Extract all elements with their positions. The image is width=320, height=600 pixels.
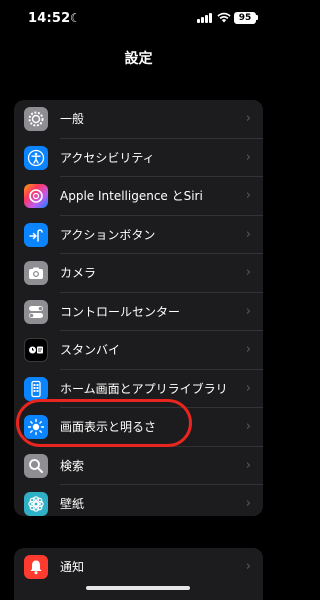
battery-indicator: 95 (234, 12, 256, 24)
settings-row-notifications[interactable]: 通知 › (14, 548, 263, 587)
standby-icon (24, 338, 48, 362)
row-label: カメラ (60, 266, 97, 280)
settings-row-standby[interactable]: スタンバイ › (14, 331, 263, 370)
home-screen-icon (24, 376, 48, 401)
moon-icon: ☾ (70, 11, 81, 25)
settings-row-camera[interactable]: カメラ › (14, 254, 263, 293)
chevron-right-icon: › (245, 303, 251, 319)
chevron-right-icon: › (245, 496, 251, 511)
settings-row-action-button[interactable]: アクションボタン › (14, 216, 263, 254)
row-label: 通知 (60, 560, 85, 574)
settings-group: 一般 › アクセシビリティ › Apple Intelligence とSiri… (14, 100, 263, 516)
accessibility-icon (24, 145, 48, 170)
row-label: アクションボタン (60, 227, 156, 242)
highlight-annotation (16, 399, 192, 447)
cellular-signal-icon (197, 12, 213, 23)
status-time: 14:52 (28, 11, 71, 26)
chevron-right-icon: › (245, 342, 251, 357)
row-label: 検索 (60, 458, 85, 473)
settings-row-apple-intelligence-siri[interactable]: Apple Intelligence とSiri › (14, 177, 263, 216)
settings-row-general[interactable]: 一般 › (14, 100, 263, 139)
row-label: 壁紙 (60, 497, 85, 511)
chevron-right-icon: › (245, 419, 251, 434)
toggles-icon (24, 299, 48, 324)
settings-row-control-center[interactable]: コントロールセンター › (14, 293, 263, 331)
home-indicator[interactable] (86, 586, 190, 590)
chevron-right-icon: › (245, 457, 251, 473)
chevron-right-icon: › (245, 380, 251, 396)
search-icon (24, 453, 48, 478)
settings-row-wallpaper[interactable]: 壁紙 › (14, 485, 263, 516)
row-label: スタンバイ (60, 343, 121, 357)
bell-icon (24, 555, 48, 579)
chevron-right-icon: › (245, 226, 251, 242)
row-label: Apple Intelligence とSiri (60, 189, 203, 203)
camera-icon (24, 261, 48, 285)
row-label: アクセシビリティ (60, 150, 155, 165)
row-label: 一般 (60, 112, 85, 126)
chevron-right-icon: › (245, 188, 251, 203)
status-bar: 14:52 ☾ 95 (0, 0, 277, 38)
settings-group-2: 通知 › (14, 548, 263, 600)
settings-row-search[interactable]: 検索 › (14, 447, 263, 485)
settings-row-accessibility[interactable]: アクセシビリティ › (14, 139, 263, 177)
row-label: コントロールセンター (60, 304, 181, 319)
chevron-right-icon: › (245, 149, 251, 165)
wifi-icon (217, 12, 231, 23)
chevron-right-icon: › (245, 265, 251, 280)
page-title: 設定 (124, 51, 153, 67)
battery-tip (256, 15, 258, 20)
chevron-right-icon: › (245, 559, 251, 574)
action-button-icon (24, 222, 48, 247)
wallpaper-icon (24, 492, 48, 516)
chevron-right-icon: › (245, 111, 251, 126)
siri-icon (24, 184, 48, 208)
gear-icon (24, 107, 48, 131)
